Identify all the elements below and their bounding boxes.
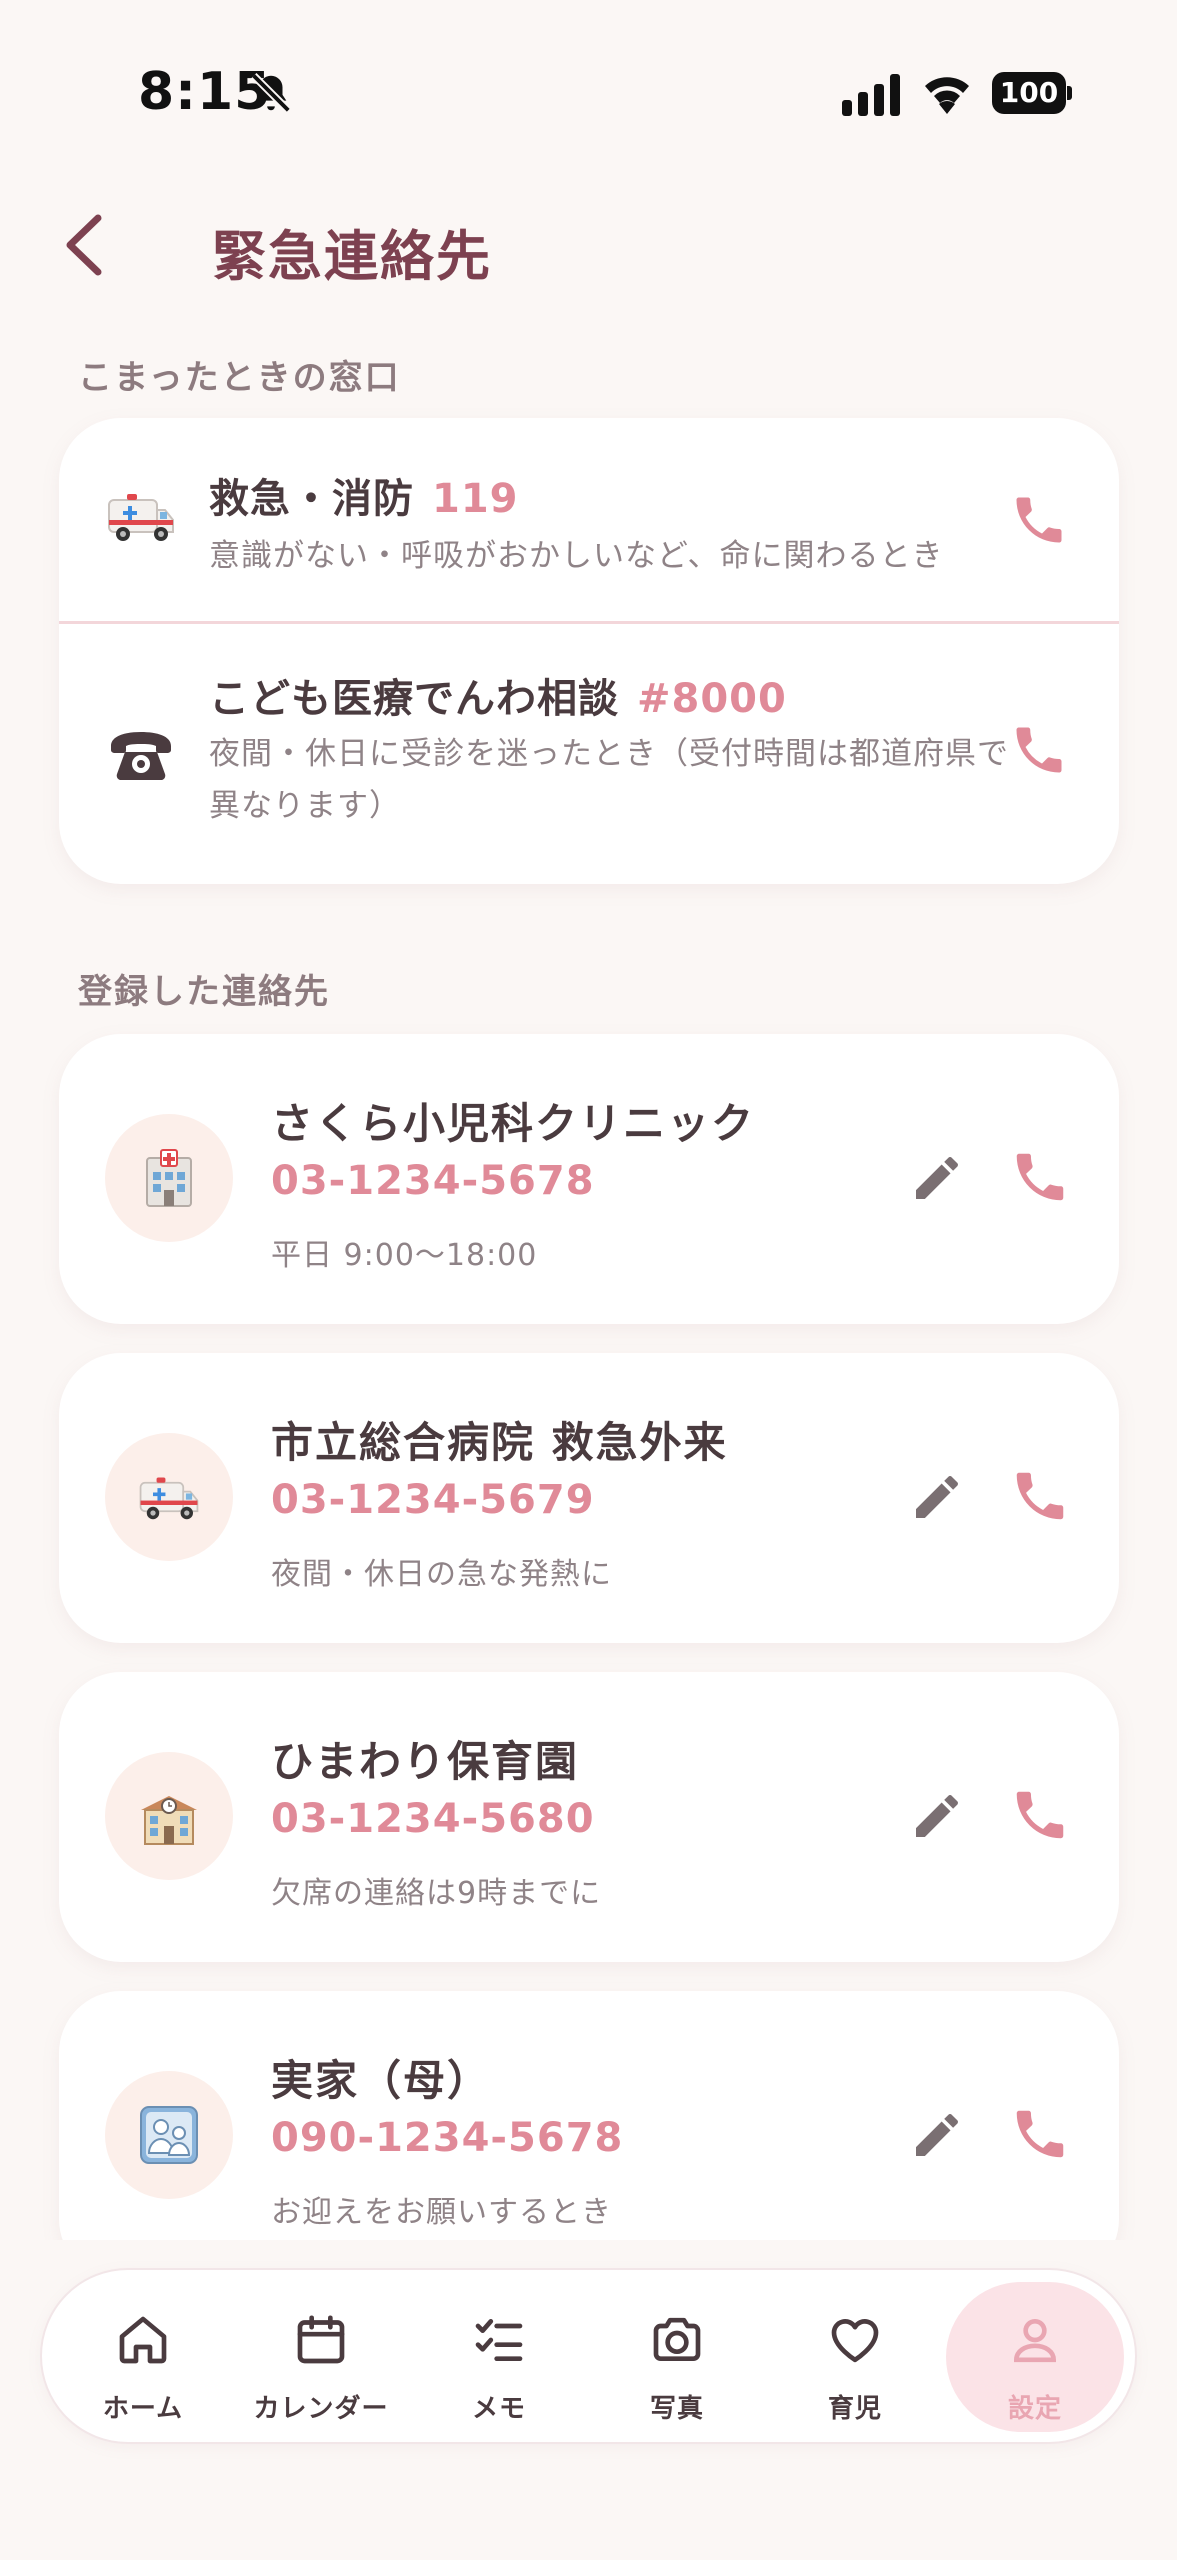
contact-card[interactable]: ひまわり保育園 03-1234-5680 欠席の連絡は9時までに [59, 1672, 1119, 1962]
battery-indicator: 100 [992, 72, 1072, 114]
contact-note: 平日 9:00〜18:00 [271, 1238, 538, 1273]
phone-icon[interactable] [1009, 2103, 1071, 2165]
school-icon [141, 1796, 197, 1845]
phone-icon[interactable] [1009, 1465, 1071, 1527]
phone-icon[interactable] [1009, 490, 1069, 550]
signal-icon [842, 74, 900, 116]
nav-item-photos[interactable]: 写真 [588, 2282, 766, 2432]
pencil-icon[interactable] [909, 1150, 965, 1206]
nav-label: メモ [471, 2394, 526, 2424]
contact-note: 欠席の連絡は9時までに [271, 1876, 602, 1911]
battery-level: 100 [992, 72, 1066, 114]
phone-icon[interactable] [1009, 720, 1069, 780]
emergency-contacts-screen: 8:15 100 緊急連絡先 こまったときの窓口 救急・消防 119 意識がない… [0, 0, 1177, 2560]
telephone-icon [111, 732, 171, 780]
battery-tip [1067, 86, 1072, 100]
phone-icon[interactable] [1009, 1784, 1071, 1846]
chevron-left-icon [66, 214, 102, 276]
nav-item-childcare[interactable]: 育児 [766, 2282, 944, 2432]
hotline-row: 救急・消防 119 意識がない・呼吸がおかしいなど、命に関わるとき [59, 418, 1119, 624]
contact-card[interactable]: さくら小児科クリニック 03-1234-5678 平日 9:00〜18:00 [59, 1034, 1119, 1324]
hotline-name: 救急・消防 [209, 476, 414, 522]
contact-name: さくら小児科クリニック [271, 1099, 756, 1148]
contact-phone[interactable]: 03-1234-5679 [271, 1477, 595, 1523]
avatar [105, 1433, 233, 1561]
hotline-title: 救急・消防 119 [209, 466, 519, 524]
bottom-nav: ホーム カレンダー メモ 写真 育児 設定 [40, 2268, 1137, 2444]
contact-note: お迎えをお願いするとき [271, 2195, 612, 2230]
contact-name: 実家（母） [271, 2056, 492, 2105]
nav-label: 育児 [827, 2394, 882, 2424]
nav-label: 設定 [1007, 2394, 1062, 2424]
contact-name: ひまわり保育園 [271, 1737, 580, 1786]
nav-item-calendar[interactable]: カレンダー [232, 2282, 410, 2432]
hotline-number: 119 [432, 476, 519, 522]
avatar [105, 1114, 233, 1242]
ambulance-icon [108, 494, 174, 541]
pencil-icon[interactable] [909, 2107, 965, 2163]
nav-label: カレンダー [253, 2394, 389, 2424]
camera-icon [653, 2317, 701, 2361]
nav-item-home[interactable]: ホーム [54, 2282, 232, 2432]
contact-card[interactable]: 市立総合病院 救急外来 03-1234-5679 夜間・休日の急な発熱に [59, 1353, 1119, 1643]
hotline-row: こども医療でんわ相談 #8000 夜間・休日に受診を迷ったとき（受付時間は都道府県… [59, 624, 1119, 884]
hotline-number: #8000 [637, 676, 787, 722]
contact-phone[interactable]: 03-1234-5680 [271, 1796, 595, 1842]
nav-label: 写真 [649, 2394, 704, 2424]
back-button[interactable] [56, 210, 116, 280]
hotline-description: 意識がない・呼吸がおかしいなど、命に関わるとき [209, 538, 944, 574]
hotline-title: こども医療でんわ相談 #8000 [209, 666, 787, 724]
nav-item-memo[interactable]: メモ [410, 2282, 588, 2432]
contact-note: 夜間・休日の急な発熱に [271, 1557, 612, 1592]
calendar-icon [297, 2315, 345, 2364]
wifi-icon [925, 77, 969, 114]
avatar [105, 2071, 233, 2199]
hospital-icon [146, 1149, 192, 1207]
contact-name: 市立総合病院 救急外来 [271, 1418, 728, 1467]
person-icon [1013, 2319, 1057, 2363]
heart-icon [831, 2319, 879, 2363]
status-bar: 8:15 100 [0, 0, 1177, 190]
pencil-icon[interactable] [909, 1788, 965, 1844]
phone-icon[interactable] [1009, 1146, 1071, 1208]
hotline-description: 夜間・休日に受診を迷ったとき（受付時間は都道府県で異なります） [209, 736, 1009, 824]
nav-item-settings[interactable]: 設定 [946, 2282, 1124, 2432]
checklist-icon [475, 2319, 523, 2361]
hotline-name: こども医療でんわ相談 [209, 676, 619, 722]
nav-label: ホーム [102, 2394, 184, 2424]
contact-phone[interactable]: 090-1234-5678 [271, 2115, 623, 2161]
contact-card[interactable]: 実家（母） 090-1234-5678 お迎えをお願いするとき [59, 1991, 1119, 2281]
hotlines-section-label: こまったときの窓口 [78, 358, 401, 398]
ambulance-icon [139, 1477, 199, 1520]
page-title: 緊急連絡先 [212, 225, 492, 288]
hotline-card: 救急・消防 119 意識がない・呼吸がおかしいなど、命に関わるとき こども医療でん… [59, 418, 1119, 884]
avatar [105, 1752, 233, 1880]
pencil-icon[interactable] [909, 1469, 965, 1525]
home-icon [119, 2316, 167, 2364]
contact-phone[interactable]: 03-1234-5678 [271, 1158, 595, 1204]
family-portrait-icon [140, 2106, 198, 2164]
contacts-section-label: 登録した連絡先 [78, 972, 330, 1012]
bell-muted-icon [251, 73, 291, 113]
